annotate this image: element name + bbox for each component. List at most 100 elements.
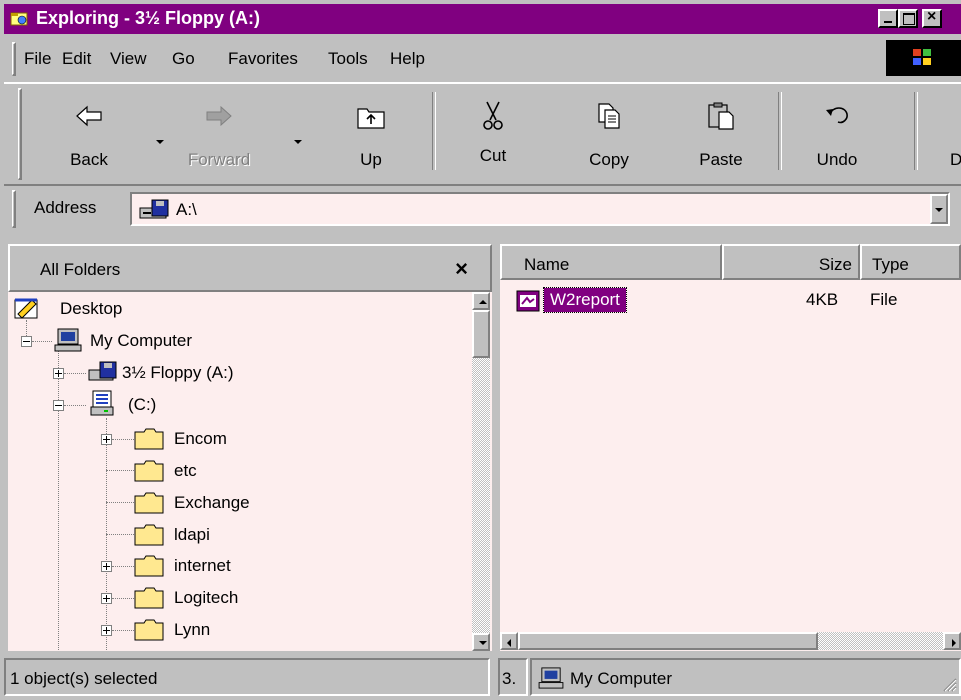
chevron-down-icon — [935, 208, 943, 212]
explorer-window: Exploring - 3½ Floppy (A:) × File Edit V… — [0, 0, 961, 700]
status-text: 1 object(s) selected — [10, 669, 158, 688]
menu-bar: File Edit View Go Favorites Tools Help — [4, 38, 961, 80]
expand-toggle[interactable] — [53, 368, 64, 379]
address-label: Address — [34, 198, 97, 217]
undo-arrow-icon — [826, 107, 848, 124]
scroll-down-button[interactable] — [472, 633, 490, 651]
floppy-drive-icon — [88, 361, 117, 381]
menu-edit[interactable]: Edit — [62, 49, 91, 69]
folder-icon — [134, 428, 164, 450]
menu-file[interactable]: File — [24, 49, 51, 69]
scroll-thumb[interactable] — [518, 632, 818, 650]
tree-line — [58, 350, 60, 650]
maximize-button[interactable] — [898, 9, 918, 28]
resize-grip-icon[interactable] — [941, 676, 957, 692]
tree-line — [106, 502, 134, 504]
table-row[interactable]: W2report 4KB File — [514, 287, 954, 316]
menu-grip[interactable] — [12, 42, 16, 76]
tree-label-folder: Exchange — [174, 493, 250, 512]
scroll-right-icon — [952, 639, 956, 647]
toolbar-separator — [914, 92, 918, 170]
minimize-button[interactable] — [878, 9, 898, 28]
tree-line — [112, 439, 134, 441]
up-button[interactable]: Up — [326, 90, 416, 178]
title-bar[interactable]: Exploring - 3½ Floppy (A:) × — [4, 4, 961, 34]
column-header-name[interactable]: Name — [500, 244, 722, 280]
floppy-drive-icon — [139, 199, 169, 219]
copy-button[interactable]: Copy — [564, 90, 654, 178]
status-bar-location: My Computer — [530, 658, 961, 696]
expand-toggle[interactable] — [101, 593, 112, 604]
tree-label-folder: Logitech — [174, 588, 239, 607]
paste-button[interactable]: Paste — [676, 90, 766, 178]
folder-tree: Desktop My Computer 3½ Floppy (A:) (C:) … — [8, 292, 492, 651]
scroll-up-button[interactable] — [472, 292, 490, 310]
file-name: W2report — [543, 287, 627, 313]
tree-label-folder: Encom — [174, 429, 227, 448]
tree-line — [112, 598, 134, 600]
tree-label-my-computer: My Computer — [90, 331, 193, 350]
address-input[interactable]: A:\ — [130, 192, 950, 226]
collapse-toggle[interactable] — [53, 400, 64, 411]
back-history-dropdown[interactable] — [156, 140, 164, 144]
expand-toggle[interactable] — [101, 434, 112, 445]
menu-favorites[interactable]: Favorites — [228, 49, 298, 69]
all-folders-header: All Folders × — [8, 244, 492, 292]
file-type: File — [870, 290, 898, 309]
close-pane-icon[interactable]: × — [455, 256, 468, 282]
tree-label-folder: etc — [174, 461, 197, 480]
tree-label-folder: ldapi — [174, 525, 210, 544]
back-label: Back — [70, 150, 108, 169]
paste-label: Paste — [699, 150, 743, 169]
forward-arrow-icon — [206, 105, 232, 127]
column-header-size[interactable]: Size — [722, 244, 860, 280]
folder-icon — [134, 587, 164, 609]
tree-label-desktop: Desktop — [60, 299, 123, 318]
delete-button-partial[interactable]: D — [950, 150, 961, 170]
tree-line — [32, 341, 52, 343]
undo-button[interactable]: Undo — [792, 90, 882, 178]
forward-history-dropdown[interactable] — [294, 140, 302, 144]
address-dropdown-button[interactable] — [930, 194, 948, 224]
menu-go[interactable]: Go — [172, 49, 195, 69]
folder-icon — [134, 460, 164, 482]
address-grip[interactable] — [12, 190, 16, 228]
tree-label-c-drive: (C:) — [128, 395, 157, 414]
menu-view[interactable]: View — [110, 49, 147, 69]
tree-vertical-scrollbar[interactable] — [472, 292, 490, 651]
menu-tools[interactable]: Tools — [328, 49, 368, 69]
file-size: 4KB — [806, 290, 839, 309]
close-icon: × — [927, 8, 937, 25]
forward-button[interactable]: Forward — [174, 90, 264, 178]
desktop-icon — [14, 298, 38, 319]
scroll-left-button[interactable] — [500, 632, 518, 650]
menu-help[interactable]: Help — [390, 49, 425, 69]
cut-button[interactable]: Cut — [448, 90, 538, 178]
toolbar-grip[interactable] — [18, 88, 22, 180]
window-title: Exploring - 3½ Floppy (A:) — [36, 8, 260, 28]
minimize-icon — [884, 21, 892, 23]
expand-toggle[interactable] — [101, 561, 112, 572]
toolbar-separator — [432, 92, 436, 170]
up-folder-icon — [357, 108, 385, 129]
forward-label: Forward — [187, 150, 251, 169]
status-size-text: 3. — [502, 669, 517, 688]
scroll-thumb[interactable] — [472, 310, 490, 358]
back-button[interactable]: Back — [44, 90, 134, 178]
column-header-type[interactable]: Type — [860, 244, 961, 280]
copy-label: Copy — [589, 150, 629, 169]
close-button[interactable]: × — [922, 8, 942, 28]
collapse-toggle[interactable] — [21, 336, 32, 347]
tree-label-folder: Lynn — [174, 620, 211, 639]
standard-toolbar: Back Forward Up Cut Copy Paste Undo D — [4, 82, 961, 186]
scroll-right-button[interactable] — [943, 632, 961, 650]
scroll-down-icon — [479, 641, 487, 645]
column-label: Size — [818, 255, 852, 274]
tree-label-floppy: 3½ Floppy (A:) — [122, 363, 234, 382]
folder-icon — [134, 555, 164, 577]
pane-splitter[interactable] — [492, 236, 500, 656]
file-list-horizontal-scrollbar[interactable] — [500, 632, 961, 650]
tree-line — [64, 373, 86, 375]
expand-toggle[interactable] — [101, 625, 112, 636]
address-value: A:\ — [176, 200, 197, 219]
